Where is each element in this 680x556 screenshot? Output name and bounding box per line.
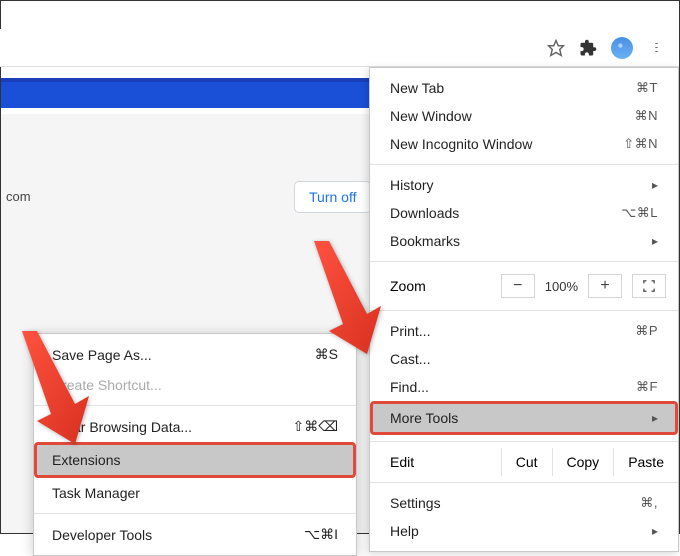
submenu-save-page[interactable]: Save Page As...⌘S — [34, 339, 356, 370]
menu-new-incognito[interactable]: New Incognito Window⇧⌘N — [370, 130, 678, 158]
turn-off-button[interactable]: Turn off — [294, 181, 371, 213]
menu-cast[interactable]: Cast... — [370, 345, 678, 373]
menu-new-tab[interactable]: New Tab⌘T — [370, 74, 678, 102]
menu-history[interactable]: History▸ — [370, 171, 678, 199]
chevron-right-icon: ▸ — [652, 178, 658, 192]
chrome-main-menu: New Tab⌘T New Window⌘N New Incognito Win… — [369, 67, 679, 552]
menu-downloads[interactable]: Downloads⌥⌘L — [370, 199, 678, 227]
menu-more-tools[interactable]: More Tools▸ — [370, 401, 678, 435]
edit-paste[interactable]: Paste — [613, 448, 678, 476]
menu-zoom: Zoom − 100% + — [370, 268, 678, 304]
submenu-extensions[interactable]: Extensions — [34, 442, 356, 478]
browser-toolbar — [0, 29, 679, 67]
extensions-icon[interactable] — [579, 39, 597, 57]
edit-cut[interactable]: Cut — [501, 448, 552, 476]
star-icon[interactable] — [547, 39, 565, 57]
submenu-task-manager[interactable]: Task Manager — [34, 478, 356, 508]
fullscreen-button[interactable] — [632, 274, 666, 298]
profile-avatar[interactable] — [611, 37, 633, 59]
submenu-dev-tools[interactable]: Developer Tools⌥⌘I — [34, 519, 356, 550]
menu-find[interactable]: Find...⌘F — [370, 373, 678, 401]
menu-help[interactable]: Help▸ — [370, 517, 678, 545]
submenu-clear-data[interactable]: Clear Browsing Data...⇧⌘⌫ — [34, 411, 356, 442]
zoom-in-button[interactable]: + — [588, 274, 622, 298]
chevron-right-icon: ▸ — [652, 234, 658, 248]
menu-edit-row: Edit Cut Copy Paste — [370, 448, 678, 476]
zoom-out-button[interactable]: − — [501, 274, 535, 298]
zoom-percent: 100% — [535, 279, 588, 294]
url-fragment: com — [6, 189, 31, 204]
menu-bookmarks[interactable]: Bookmarks▸ — [370, 227, 678, 255]
edit-copy[interactable]: Copy — [552, 448, 614, 476]
menu-print[interactable]: Print...⌘P — [370, 317, 678, 345]
submenu-create-shortcut: Create Shortcut... — [34, 370, 356, 400]
page-banner-blue — [1, 78, 371, 108]
menu-icon[interactable] — [647, 39, 665, 57]
menu-settings[interactable]: Settings⌘, — [370, 489, 678, 517]
chevron-right-icon: ▸ — [652, 524, 658, 538]
menu-new-window[interactable]: New Window⌘N — [370, 102, 678, 130]
more-tools-submenu: Save Page As...⌘S Create Shortcut... Cle… — [33, 333, 357, 556]
chevron-right-icon: ▸ — [652, 411, 658, 425]
